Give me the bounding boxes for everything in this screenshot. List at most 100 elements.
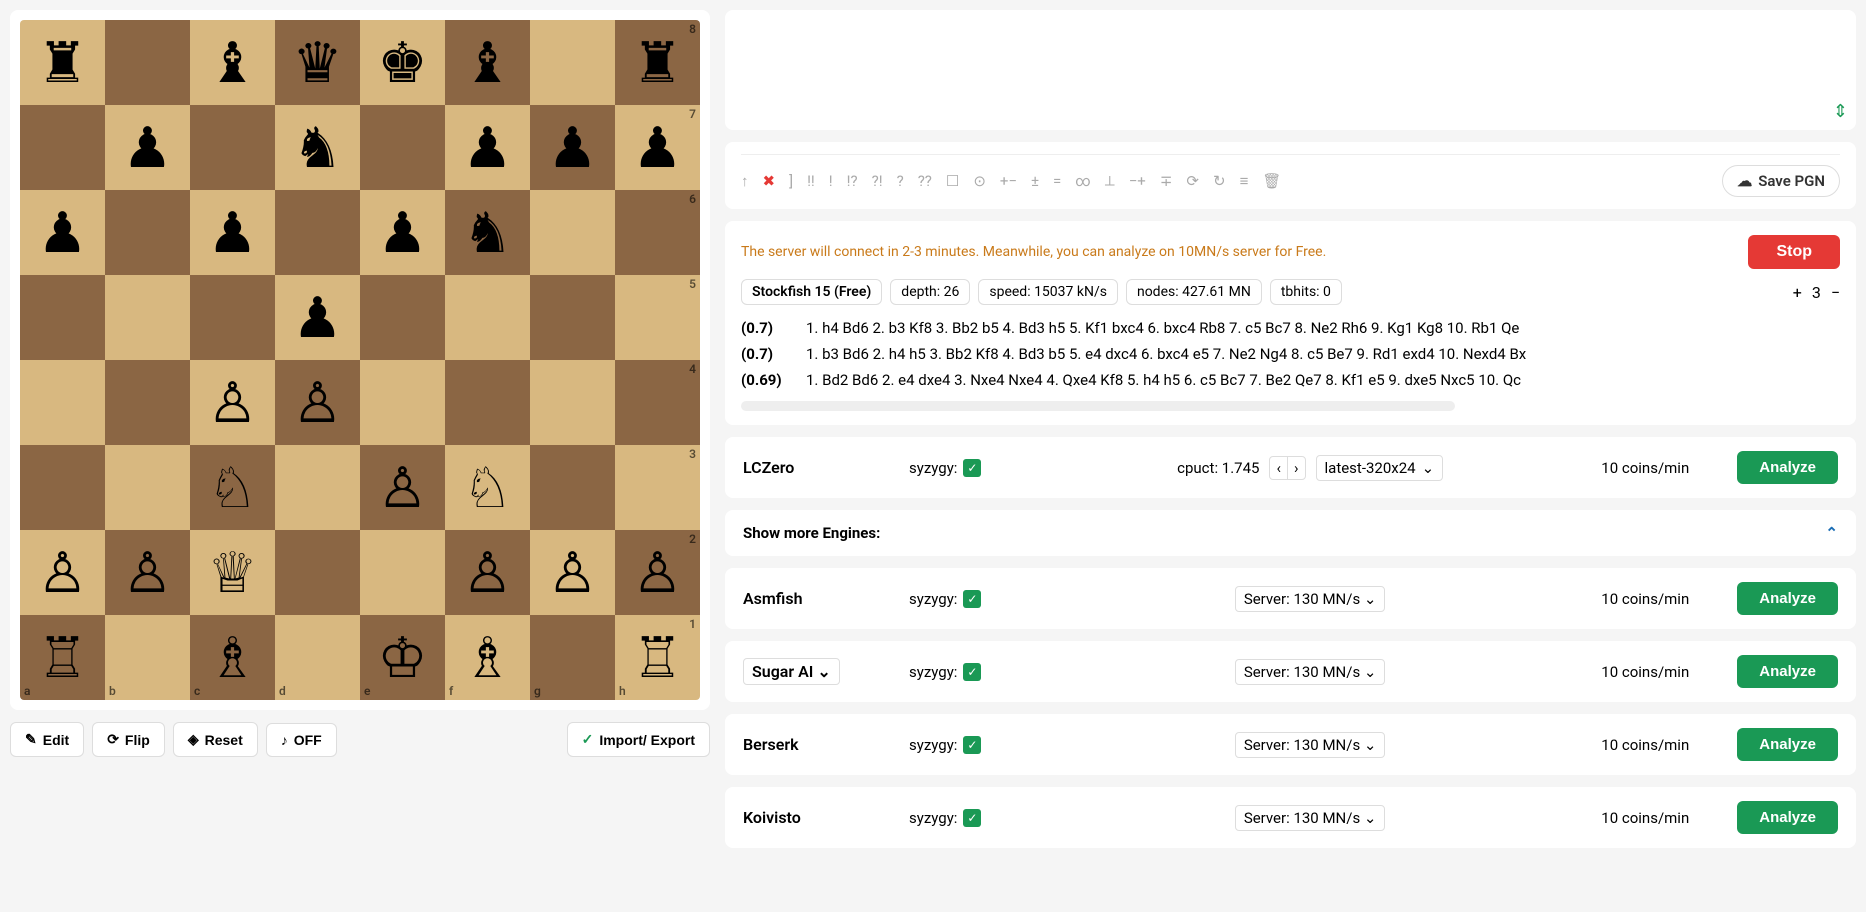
square-h7[interactable]: ♟7 — [615, 105, 700, 190]
square-a7[interactable] — [20, 105, 105, 190]
square-g2[interactable]: ♙ — [530, 530, 615, 615]
annotation-tool-6[interactable]: ?! — [872, 172, 883, 190]
piece[interactable]: ♖ — [632, 630, 682, 686]
server-dropdown[interactable]: Server: 130 MN/s ⌄ — [1235, 732, 1386, 758]
square-e8[interactable]: ♚ — [360, 20, 445, 105]
square-d7[interactable]: ♞ — [275, 105, 360, 190]
add-line-button[interactable]: + — [1793, 283, 1802, 302]
square-h3[interactable]: 3 — [615, 445, 700, 530]
flip-button[interactable]: ⟳ Flip — [92, 722, 165, 757]
square-a8[interactable]: ♜ — [20, 20, 105, 105]
square-d6[interactable] — [275, 190, 360, 275]
square-b2[interactable]: ♙ — [105, 530, 190, 615]
square-e2[interactable] — [360, 530, 445, 615]
piece[interactable]: ♗ — [462, 630, 512, 686]
square-c4[interactable]: ♙ — [190, 360, 275, 445]
piece[interactable]: ♛ — [292, 35, 342, 91]
annotation-tool-10[interactable]: ⊙ — [973, 172, 986, 190]
piece[interactable]: ♔ — [377, 630, 427, 686]
annotation-tool-16[interactable]: −+ — [1129, 172, 1146, 190]
pv-line-0[interactable]: (0.7)1. h4 Bd6 2. b3 Kf8 3. Bb2 b5 4. Bd… — [741, 315, 1840, 341]
square-a2[interactable]: ♙ — [20, 530, 105, 615]
square-g1[interactable]: g — [530, 615, 615, 700]
annotation-tool-8[interactable]: ?? — [918, 172, 932, 190]
piece[interactable]: ♖ — [37, 630, 87, 686]
piece[interactable]: ♙ — [37, 545, 87, 601]
square-c8[interactable]: ♝ — [190, 20, 275, 105]
square-d2[interactable] — [275, 530, 360, 615]
annotation-tool-21[interactable]: 🗑 — [1262, 172, 1281, 190]
annotation-tool-20[interactable]: ≡ — [1240, 172, 1249, 190]
square-f6[interactable]: ♞ — [445, 190, 530, 275]
square-g4[interactable] — [530, 360, 615, 445]
square-h8[interactable]: ♜8 — [615, 20, 700, 105]
server-dropdown[interactable]: Server: 130 MN/s ⌄ — [1235, 586, 1386, 612]
annotation-tool-19[interactable]: ↻ — [1213, 172, 1226, 190]
syzygy-check[interactable]: ✓ — [963, 809, 981, 827]
annotation-tool-2[interactable]: ] — [789, 172, 793, 190]
square-e4[interactable] — [360, 360, 445, 445]
piece[interactable]: ♟ — [632, 120, 682, 176]
square-f3[interactable]: ♘ — [445, 445, 530, 530]
square-a6[interactable]: ♟ — [20, 190, 105, 275]
piece[interactable]: ♙ — [207, 375, 257, 431]
square-e3[interactable]: ♙ — [360, 445, 445, 530]
analyze-button[interactable]: Analyze — [1737, 801, 1838, 834]
square-g3[interactable] — [530, 445, 615, 530]
square-g8[interactable] — [530, 20, 615, 105]
syzygy-check[interactable]: ✓ — [963, 459, 981, 477]
annotation-tool-14[interactable]: ∞ — [1075, 172, 1090, 190]
pv-line-1[interactable]: (0.7)1. b3 Bd6 2. h4 h5 3. Bb2 Kf8 4. Bd… — [741, 341, 1840, 367]
analyze-button[interactable]: Analyze — [1737, 451, 1838, 484]
sound-button[interactable]: ♪ OFF — [266, 723, 337, 757]
analyze-button[interactable]: Analyze — [1737, 655, 1838, 688]
piece[interactable]: ♙ — [122, 545, 172, 601]
server-dropdown[interactable]: Server: 130 MN/s ⌄ — [1235, 659, 1386, 685]
square-f8[interactable]: ♝ — [445, 20, 530, 105]
annotation-tool-3[interactable]: !! — [807, 172, 815, 190]
square-f7[interactable]: ♟ — [445, 105, 530, 190]
square-a3[interactable] — [20, 445, 105, 530]
square-e5[interactable] — [360, 275, 445, 360]
server-dropdown[interactable]: Server: 130 MN/s ⌄ — [1235, 805, 1386, 831]
square-c2[interactable]: ♕ — [190, 530, 275, 615]
save-pgn-button[interactable]: ☁ Save PGN — [1722, 165, 1840, 197]
piece[interactable]: ♝ — [207, 35, 257, 91]
square-c5[interactable] — [190, 275, 275, 360]
annotation-tool-9[interactable]: ☐ — [946, 172, 959, 190]
piece[interactable]: ♙ — [632, 545, 682, 601]
square-d8[interactable]: ♛ — [275, 20, 360, 105]
square-g5[interactable] — [530, 275, 615, 360]
annotation-tool-4[interactable]: ! — [829, 172, 833, 190]
annotation-tool-5[interactable]: !? — [847, 172, 858, 190]
remove-line-button[interactable]: − — [1831, 283, 1840, 302]
square-b4[interactable] — [105, 360, 190, 445]
square-h6[interactable]: 6 — [615, 190, 700, 275]
annotation-tool-18[interactable]: ⟳ — [1186, 172, 1199, 190]
square-f4[interactable] — [445, 360, 530, 445]
square-d4[interactable]: ♙ — [275, 360, 360, 445]
engine-name-dropdown[interactable]: Sugar AI ⌄ — [743, 658, 840, 685]
square-h5[interactable]: 5 — [615, 275, 700, 360]
piece[interactable]: ♚ — [377, 35, 427, 91]
piece[interactable]: ♟ — [462, 120, 512, 176]
annotation-tool-13[interactable]: = — [1053, 172, 1061, 190]
piece[interactable]: ♝ — [462, 35, 512, 91]
annotation-tool-15[interactable]: ⟂ — [1105, 172, 1115, 190]
piece[interactable]: ♗ — [207, 630, 257, 686]
square-b1[interactable]: b — [105, 615, 190, 700]
pv-line-2[interactable]: (0.69)1. Bd2 Bd6 2. e4 dxe4 3. Nxe4 Nxe4… — [741, 367, 1840, 393]
annotation-tool-0[interactable]: ↑ — [741, 172, 749, 190]
square-d5[interactable]: ♟ — [275, 275, 360, 360]
pgn-area[interactable]: ⇕ — [725, 10, 1856, 130]
square-f5[interactable] — [445, 275, 530, 360]
pv-scrollbar[interactable] — [741, 401, 1455, 411]
square-c6[interactable]: ♟ — [190, 190, 275, 275]
piece[interactable]: ♟ — [377, 205, 427, 261]
square-b3[interactable] — [105, 445, 190, 530]
annotation-tool-7[interactable]: ? — [897, 172, 904, 190]
edit-button[interactable]: ✎ Edit — [10, 722, 84, 757]
import-export-button[interactable]: ✓ Import/ Export — [567, 722, 710, 757]
stop-button[interactable]: Stop — [1748, 235, 1840, 269]
show-more-engines[interactable]: Show more Engines: ⌃ — [725, 510, 1856, 556]
